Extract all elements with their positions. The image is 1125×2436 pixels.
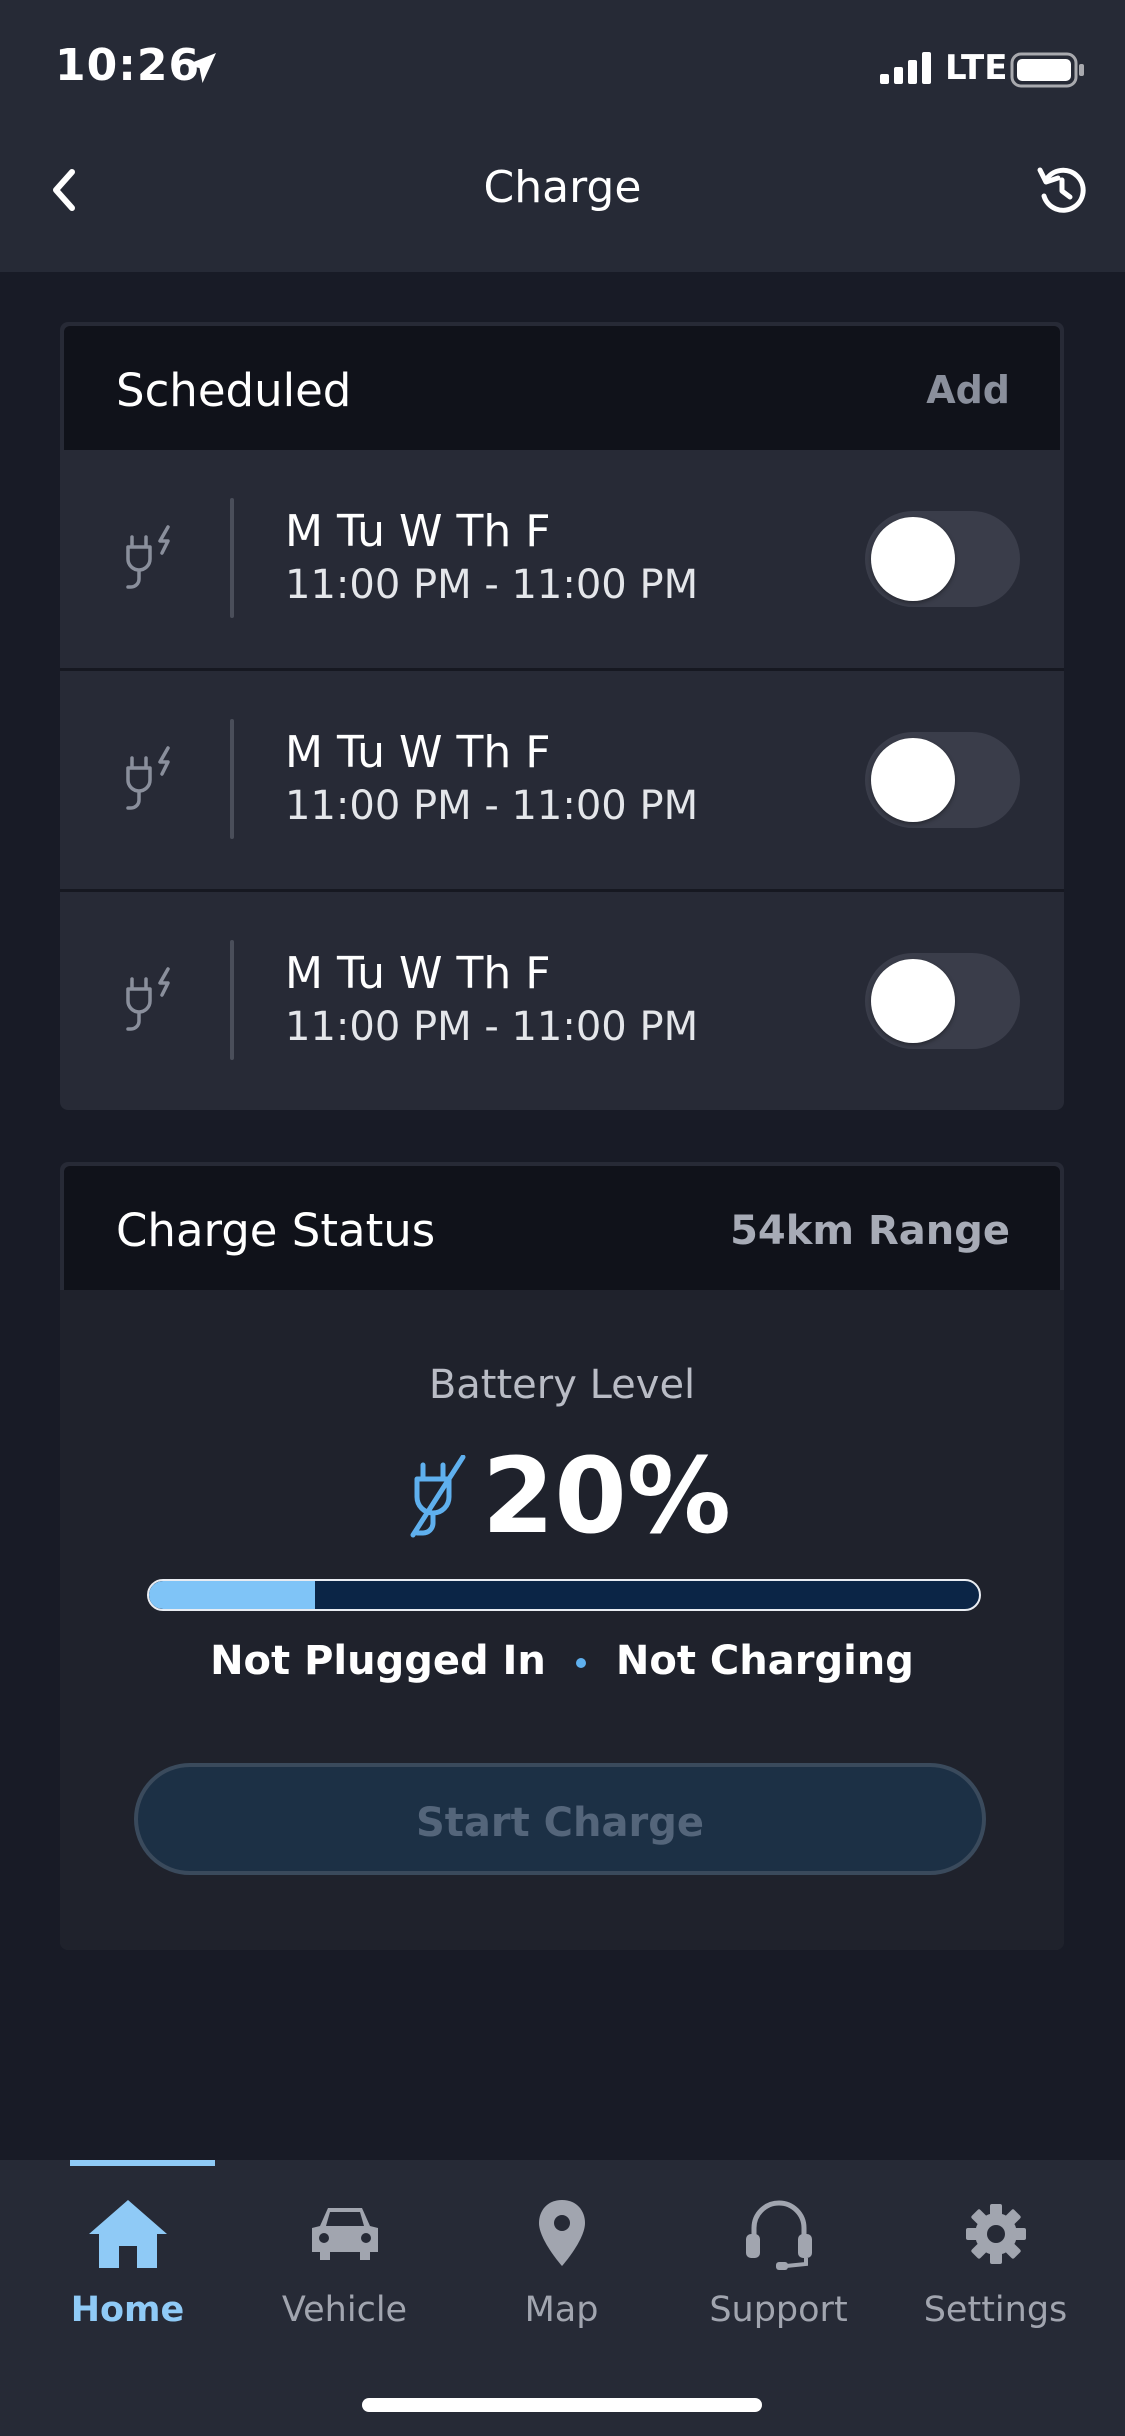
battery-icon — [1010, 52, 1084, 88]
range-label: 54km Range — [730, 1208, 1010, 1254]
schedule-time-range: 11:00 PM - 11:00 PM — [285, 783, 699, 829]
tab-support[interactable]: Support — [666, 2160, 891, 2360]
battery-level-label: Battery Level — [428, 1362, 696, 1408]
schedule-toggle[interactable] — [865, 732, 1020, 828]
charge-status-body: Battery Level 20% Not Plugged In Not Char… — [60, 1290, 1064, 1950]
tab-bar: Home Vehicle Map Support Settings — [0, 2160, 1125, 2436]
tab-settings[interactable]: Settings — [883, 2160, 1108, 2360]
network-label: LTE — [945, 48, 1008, 88]
schedule-days: M Tu W Th F — [285, 948, 551, 999]
start-charge-button[interactable]: Start Charge — [134, 1763, 986, 1875]
status-bar: 10:26 LTE — [0, 0, 1125, 140]
charge-state-line: Not Plugged In Not Charging — [60, 1638, 1064, 1684]
schedule-row[interactable]: M Tu W Th F 11:00 PM - 11:00 PM — [60, 892, 1064, 1110]
charge-state: Not Charging — [615, 1638, 914, 1684]
plug-icon — [126, 525, 170, 589]
active-tab-indicator — [70, 2160, 215, 2166]
battery-percent: 20% — [482, 1435, 731, 1557]
car-icon — [311, 2208, 378, 2260]
plug-state: Not Plugged In — [210, 1638, 546, 1684]
refresh-icon[interactable] — [1032, 160, 1092, 220]
row-divider — [230, 498, 234, 618]
tab-label: Map — [524, 2290, 599, 2330]
tab-map[interactable]: Map — [449, 2160, 674, 2360]
toggle-knob — [871, 517, 955, 601]
separator-dot — [575, 1658, 586, 1668]
schedule-time-range: 11:00 PM - 11:00 PM — [285, 562, 699, 608]
scheduled-title: Scheduled — [116, 364, 352, 417]
charge-status-title: Charge Status — [116, 1204, 436, 1257]
location-arrow-icon — [186, 53, 216, 83]
scheduled-header: Scheduled Add — [64, 326, 1060, 450]
tab-label: Support — [709, 2290, 848, 2330]
schedule-days: M Tu W Th F — [285, 727, 551, 778]
toggle-knob — [871, 738, 955, 822]
tab-label: Home — [70, 2290, 185, 2330]
tab-home[interactable]: Home — [15, 2160, 240, 2360]
charge-status-card: Charge Status 54km Range Battery Level 2… — [60, 1162, 1064, 1950]
signal-icon — [880, 52, 931, 84]
unplugged-icon — [410, 1455, 466, 1538]
page-title: Charge — [483, 162, 642, 213]
row-divider — [230, 940, 234, 1060]
status-time: 10:26 — [55, 40, 201, 91]
schedule-days: M Tu W Th F — [285, 506, 551, 557]
home-icon — [88, 2200, 167, 2268]
battery-progress-fill — [149, 1581, 315, 1609]
schedule-row[interactable]: M Tu W Th F 11:00 PM - 11:00 PM — [60, 450, 1064, 671]
toggle-knob — [871, 959, 955, 1043]
plug-icon — [126, 746, 170, 810]
tab-label: Settings — [923, 2290, 1068, 2330]
home-indicator — [362, 2398, 762, 2412]
schedule-time-range: 11:00 PM - 11:00 PM — [285, 1004, 699, 1050]
add-schedule-button[interactable]: Add — [926, 368, 1010, 412]
tab-vehicle[interactable]: Vehicle — [232, 2160, 457, 2360]
map-pin-icon — [538, 2200, 585, 2266]
schedule-toggle[interactable] — [865, 511, 1020, 607]
gear-icon — [965, 2204, 1026, 2264]
headset-icon — [745, 2200, 812, 2270]
schedule-toggle[interactable] — [865, 953, 1020, 1049]
plug-icon — [126, 967, 170, 1031]
charge-status-header: Charge Status 54km Range — [64, 1166, 1060, 1290]
row-divider — [230, 719, 234, 839]
schedule-row[interactable]: M Tu W Th F 11:00 PM - 11:00 PM — [60, 671, 1064, 892]
scheduled-card: Scheduled Add M Tu W Th F 11:00 PM - 11:… — [60, 322, 1064, 1110]
battery-progress-bar — [147, 1579, 981, 1611]
tab-label: Vehicle — [281, 2290, 408, 2330]
